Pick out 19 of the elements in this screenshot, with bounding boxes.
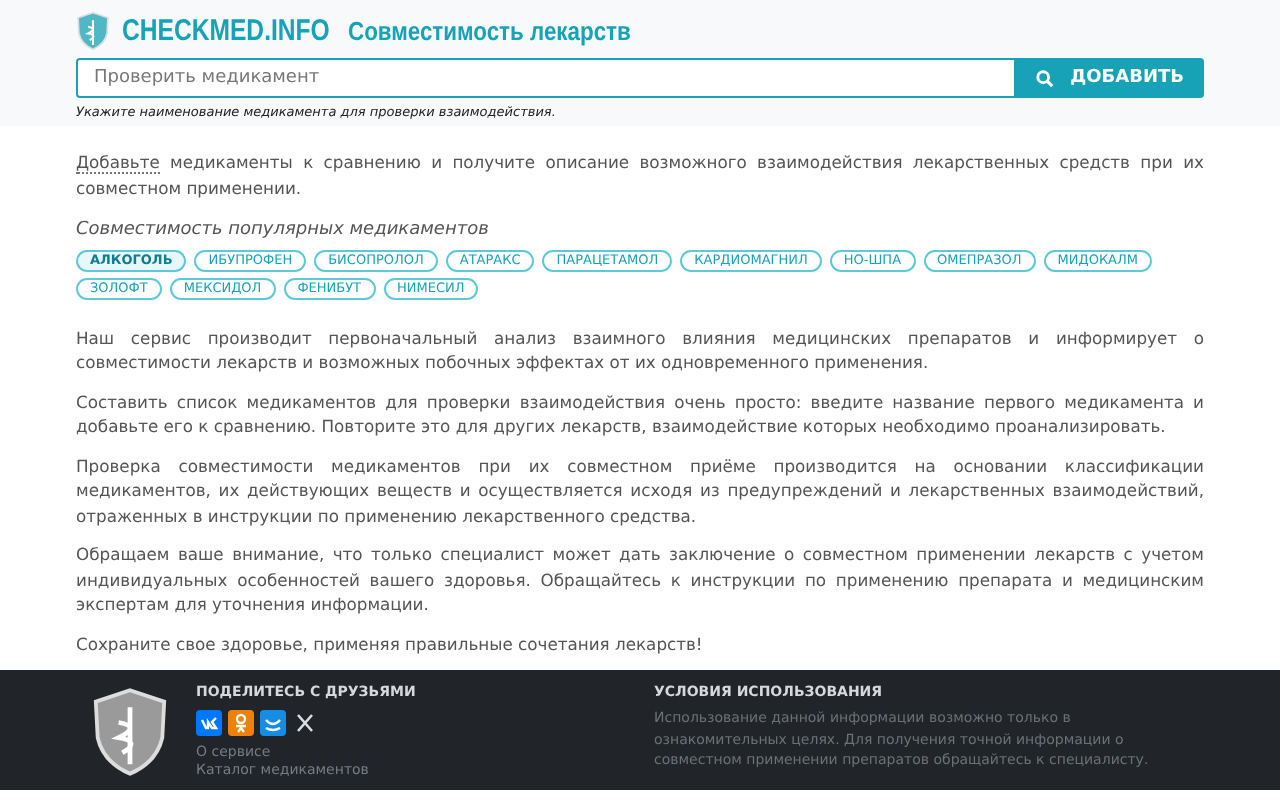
intro-text: Добавьте медикаменты к сравнению и получите описание возможного взаимодействия лекарственных средств при их совместном применении.	[76, 150, 1204, 200]
search-icon	[1036, 69, 1055, 87]
info-paragraph: Составить список медикаментов для проверки взаимодействия очень просто: введите название первого медикамента и добавьте его к сравнению. Повторите это для других лекарств, взаимодействие которых необходимо проанализировать.	[76, 389, 1204, 439]
site-logo[interactable]: CHECKMED.INFO	[122, 13, 330, 47]
search-field[interactable]: Проверить медикамент	[76, 58, 1017, 98]
vk-icon[interactable]	[196, 710, 222, 736]
info-paragraph: Проверка совместимости медикаментов при их совместном приёме производится на основании классификации медикаментов, их действующих веществ и осуществляется исходя из предупреждений и лекарственных взаимодействий, отраженных в инструкции по применению лекарственного средства.	[76, 453, 1204, 528]
info-paragraph: Сохраните свое здоровье, применяя правильные сочетания лекарств!	[76, 631, 705, 656]
page-title: Совместимость лекарств	[347, 15, 631, 45]
popular-title: Совместимость популярных медикаментов	[76, 218, 491, 243]
mail-icon[interactable]	[260, 710, 286, 736]
shield-logo-icon	[76, 11, 110, 49]
ok-icon[interactable]	[228, 710, 254, 736]
add-button[interactable]: ДОБАВИТЬ	[1016, 58, 1204, 98]
shield-logo-icon	[92, 684, 168, 780]
x-icon[interactable]	[292, 710, 318, 736]
info-paragraph: Наш сервис производит первоначальный анализ взаимного влияния медицинских препаратов и информирует о совместимости лекарств и возможных побочных эффектах от их одновременного применения.	[76, 325, 1204, 375]
info-paragraph: Обращаем ваше внимание, что только специалист может дать заключение о совместном применении лекарств с учетом индивидуальных особенностей вашего здоровья. Обращайтесь к инструкции по применению препарата и медицинским экспертам для уточнения информации.	[76, 542, 1204, 617]
add-link[interactable]: Добавьте	[76, 152, 160, 174]
